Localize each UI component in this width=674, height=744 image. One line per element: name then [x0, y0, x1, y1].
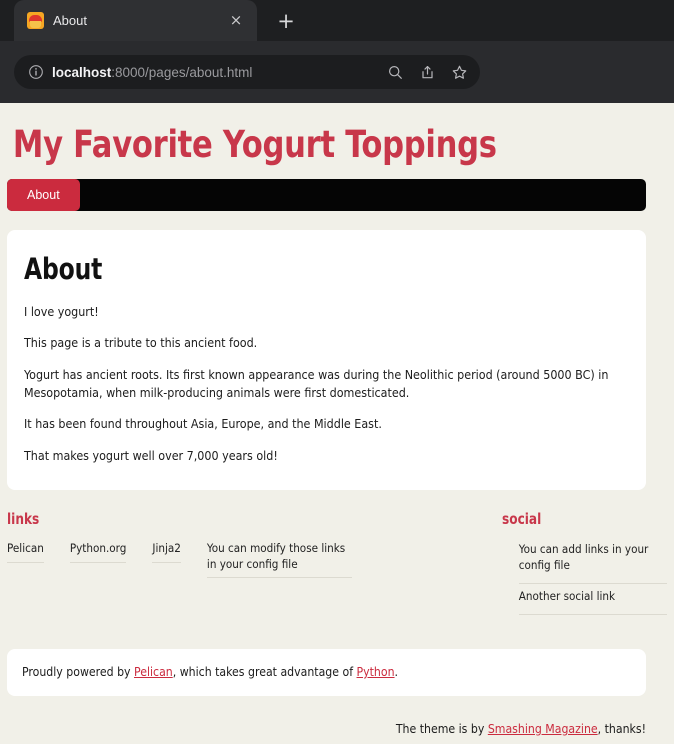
article-paragraph: I love yogurt!	[24, 303, 99, 319]
footer-card: Proudly powered by Pelican, which takes …	[7, 649, 646, 697]
theme-credit: The theme is by Smashing Magazine, thank…	[0, 696, 674, 736]
page-content: My Favorite Yogurt Toppings About About …	[0, 103, 674, 744]
link-item[interactable]: You can modify those links in your confi…	[206, 537, 352, 579]
search-icon[interactable]	[380, 58, 410, 86]
footer-widgets: links Pelican Python.org Jinja2 You can …	[0, 490, 674, 616]
article-paragraph: Yogurt has ancient roots. Its first know…	[24, 366, 609, 400]
article-body: I love yogurt! This page is a tribute to…	[24, 303, 629, 465]
powered-by-text: Proudly powered by Pelican, which takes …	[22, 665, 631, 679]
browser-chrome: About × + localhost:8000/pages/about.htm…	[0, 0, 674, 103]
link-item[interactable]: Jinja2	[152, 537, 181, 563]
site-title: My Favorite Yogurt Toppings	[12, 123, 497, 166]
theme-suffix: , thanks!	[597, 722, 646, 737]
pelican-link[interactable]: Pelican	[134, 665, 173, 679]
site-nav: About	[7, 178, 646, 211]
url-host: localhost	[52, 64, 112, 80]
page-title: About	[24, 251, 103, 286]
article-paragraph: It has been found throughout Asia, Europ…	[24, 416, 382, 432]
link-item[interactable]: Pelican	[7, 537, 44, 563]
article-paragraph: This page is a tribute to this ancient f…	[24, 335, 258, 351]
powered-prefix: Proudly powered by	[22, 665, 135, 680]
url-path: :8000/pages/about.html	[111, 64, 253, 80]
smashing-magazine-link[interactable]: Smashing Magazine	[488, 722, 598, 736]
article-paragraph: That makes yogurt well over 7,000 years …	[24, 447, 278, 463]
powered-suffix: .	[394, 665, 399, 680]
tab-strip: About × +	[0, 0, 674, 41]
links-list: Pelican Python.org Jinja2 You can modify…	[7, 537, 502, 579]
nav-item-about[interactable]: About	[7, 178, 80, 211]
close-icon[interactable]: ×	[225, 10, 247, 32]
address-bar[interactable]: localhost:8000/pages/about.html	[14, 55, 480, 89]
tab-title: About	[53, 13, 87, 28]
browser-tab-about[interactable]: About ×	[14, 0, 257, 41]
info-circle-icon[interactable]	[28, 64, 44, 80]
social-item[interactable]: Another social link	[518, 584, 667, 616]
social-list: You can add links in your config file An…	[518, 537, 667, 616]
link-item[interactable]: Python.org	[69, 537, 127, 563]
share-icon[interactable]	[412, 58, 442, 86]
social-item[interactable]: You can add links in your config file	[518, 537, 667, 585]
widget-social-title: social	[501, 510, 542, 529]
theme-prefix: The theme is by	[395, 722, 488, 737]
url-text: localhost:8000/pages/about.html	[52, 65, 372, 80]
powered-middle: , which takes great advantage of	[172, 665, 357, 680]
new-tab-button[interactable]: +	[269, 4, 303, 38]
widget-links-title: links	[7, 510, 40, 529]
python-link[interactable]: Python	[357, 665, 395, 679]
bookmark-star-icon[interactable]	[444, 58, 474, 86]
url-actions	[380, 58, 474, 86]
widget-links: links Pelican Python.org Jinja2 You can …	[7, 510, 502, 615]
article-card: About I love yogurt! This page is a trib…	[7, 229, 646, 491]
browser-toolbar: localhost:8000/pages/about.html	[0, 41, 674, 103]
cupcake-favicon	[27, 12, 44, 29]
widget-social: social You can add links in your config …	[501, 510, 667, 616]
